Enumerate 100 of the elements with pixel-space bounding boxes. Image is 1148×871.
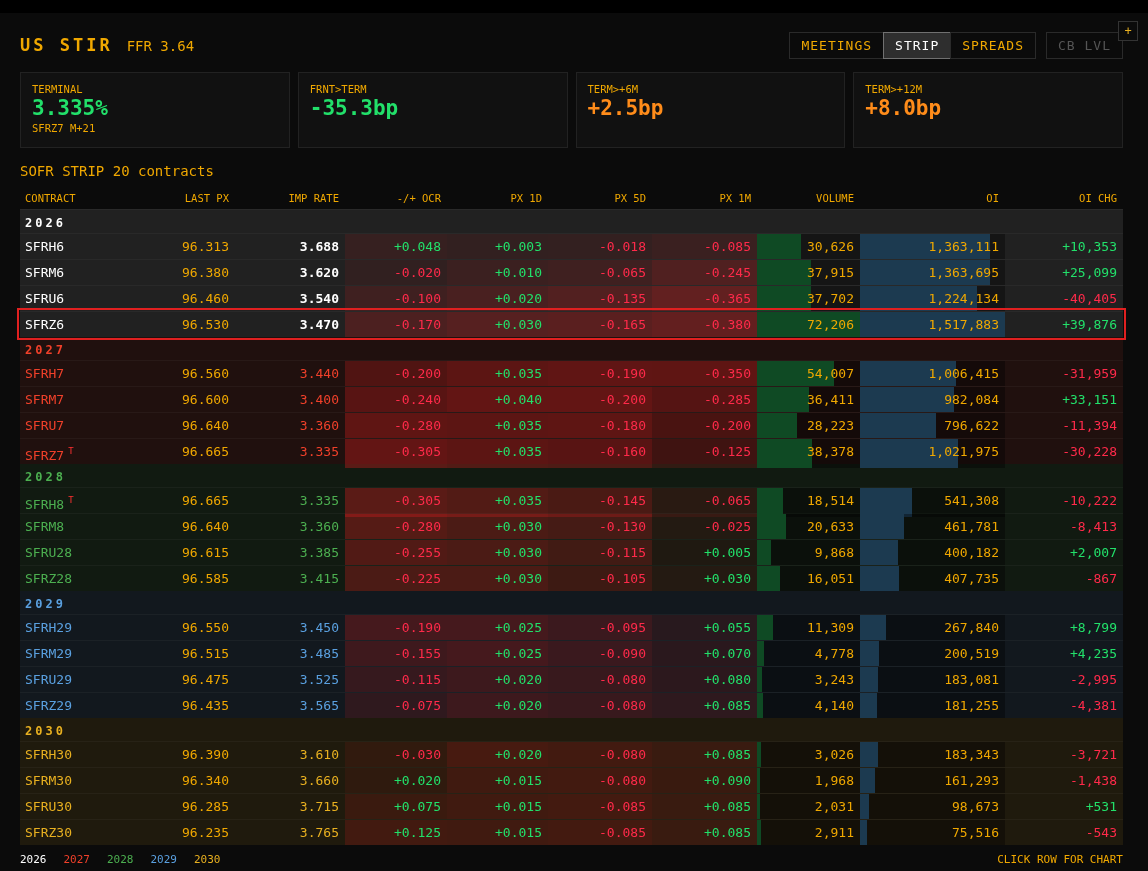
- table-row[interactable]: SFRU28 96.615 3.385 -0.255 +0.030 -0.115 +0.005 9,868 400,182 +2,007: [20, 539, 1123, 565]
- view-tab[interactable]: SPREADS: [950, 31, 1037, 59]
- stat-value: -35.3bp: [309, 96, 400, 120]
- table-cell: 16,051: [807, 571, 854, 586]
- table-cell: -0.305: [345, 439, 447, 468]
- table-cell: -0.085: [548, 794, 652, 819]
- table-row[interactable]: SFRH7 96.560 3.440 -0.200 +0.035 -0.190 -0.350 54,007 1,006,415 -31,959: [20, 360, 1123, 386]
- table-row[interactable]: SFRU6 96.460 3.540 -0.100 +0.020 -0.135 -0.365 37,702 1,224,134 -40,405: [20, 285, 1123, 311]
- table-cell: -40,405: [1062, 291, 1117, 306]
- table-cell: -0.105: [548, 566, 652, 591]
- table-cell: -31,959: [1062, 366, 1117, 381]
- table-cell: 161,293: [944, 773, 999, 788]
- table-cell: -0.085: [652, 234, 757, 259]
- table-cell: 1,021,975: [928, 444, 999, 459]
- add-button[interactable]: +: [1118, 21, 1138, 41]
- table-cell: -0.080: [548, 768, 652, 793]
- stat-label: TERM>+12M: [865, 83, 924, 95]
- table-row[interactable]: SFRH6 96.313 3.688 +0.048 +0.003 -0.018 -0.085 30,626 1,363,111 +10,353: [20, 233, 1123, 259]
- table-cell: -3,721: [1070, 747, 1117, 762]
- contract-name: SFRZ28: [25, 571, 72, 586]
- stat-label: TERM>+6M: [587, 83, 640, 95]
- table-cell: +0.015: [447, 794, 548, 819]
- table-cell: +0.030: [447, 566, 548, 591]
- table-row[interactable]: SFRZ30 96.235 3.765 +0.125 +0.015 -0.085 +0.085 2,911 75,516 -543: [20, 819, 1123, 845]
- table-cell: +33,151: [1062, 392, 1117, 407]
- table-cell: 72,206: [807, 317, 854, 332]
- table-cell: -11,394: [1062, 418, 1117, 433]
- table-cell: 3.385: [299, 545, 339, 560]
- table-cell: -0.285: [652, 387, 757, 412]
- table-cell: 400,182: [944, 545, 999, 560]
- stat-label: FRNT>TERM: [309, 83, 368, 95]
- table-cell: 38,378: [807, 444, 854, 459]
- view-tab[interactable]: MEETINGS: [789, 31, 885, 59]
- table-row[interactable]: SFRU30 96.285 3.715 +0.075 +0.015 -0.085 +0.085 2,031 98,673 +531: [20, 793, 1123, 819]
- table-cell: 183,081: [944, 672, 999, 687]
- table-cell: +0.080: [652, 667, 757, 692]
- table-cell: -0.090: [548, 641, 652, 666]
- table-row[interactable]: SFRH29 96.550 3.450 -0.190 +0.025 -0.095 +0.055 11,309 267,840 +8,799: [20, 614, 1123, 640]
- table-row[interactable]: SFRH30 96.390 3.610 -0.030 +0.020 -0.080 +0.085 3,026 183,343 -3,721: [20, 741, 1123, 767]
- table-cell: -0.305: [345, 488, 447, 517]
- table-cell: 96.600: [182, 392, 229, 407]
- terminal-marker: T: [68, 495, 74, 505]
- column-header: -/+ OCR: [395, 192, 442, 204]
- table-cell: -0.255: [345, 540, 447, 565]
- table-cell: 2,911: [814, 825, 854, 840]
- contract-name: SFRU6: [25, 291, 65, 306]
- table-row[interactable]: SFRZ6 96.530 3.470 -0.170 +0.030 -0.165 -0.380 72,206 1,517,883 +39,876: [20, 311, 1123, 337]
- table-cell: -0.080: [548, 693, 652, 718]
- table-cell: 3.360: [299, 418, 339, 433]
- table-cell: 96.390: [182, 747, 229, 762]
- table-cell: -0.180: [548, 413, 652, 438]
- column-header: OI CHG: [1078, 192, 1118, 204]
- table-cell: +0.035: [447, 361, 548, 386]
- table-row[interactable]: SFRM30 96.340 3.660 +0.020 +0.015 -0.080 +0.090 1,968 161,293 -1,438: [20, 767, 1123, 793]
- table-cell: 3.688: [299, 239, 339, 254]
- table-cell: 541,308: [944, 493, 999, 508]
- table-cell: -0.020: [345, 260, 447, 285]
- table-cell: +0.015: [447, 768, 548, 793]
- table-row[interactable]: SFRU7 96.640 3.360 -0.280 +0.035 -0.180 -0.200 28,223 796,622 -11,394: [20, 412, 1123, 438]
- table-cell: +0.015: [447, 820, 548, 845]
- table-cell: +0.025: [447, 615, 548, 640]
- table-cell: 96.560: [182, 366, 229, 381]
- table-cell: +531: [1085, 799, 1117, 814]
- table-title: SOFR STRIP 20 contracts: [20, 163, 215, 179]
- table-cell: +10,353: [1062, 239, 1117, 254]
- table-row[interactable]: SFRZ28 96.585 3.415 -0.225 +0.030 -0.105 +0.030 16,051 407,735 -867: [20, 565, 1123, 591]
- table-cell: 3.360: [299, 519, 339, 534]
- table-row[interactable]: SFRU29 96.475 3.525 -0.115 +0.020 -0.080 +0.080 3,243 183,081 -2,995: [20, 666, 1123, 692]
- table-cell: -0.130: [548, 514, 652, 539]
- table-cell: -0.350: [652, 361, 757, 386]
- table-row[interactable]: SFRM6 96.380 3.620 -0.020 +0.010 -0.065 -0.245 37,915 1,363,695 +25,099: [20, 259, 1123, 285]
- table-row[interactable]: SFRM8 96.640 3.360 -0.280 +0.030 -0.130 -0.025 20,633 461,781 -8,413: [20, 513, 1123, 539]
- table-cell: 796,622: [944, 418, 999, 433]
- table-cell: -0.025: [652, 514, 757, 539]
- table-cell: 98,673: [952, 799, 999, 814]
- contract-name: SFRH8: [25, 497, 65, 512]
- table-row[interactable]: SFRZ29 96.435 3.565 -0.075 +0.020 -0.080 +0.085 4,140 181,255 -4,381: [20, 692, 1123, 718]
- table-cell: 982,084: [944, 392, 999, 407]
- contract-name: SFRZ7: [25, 448, 65, 463]
- table-cell: +0.020: [447, 742, 548, 767]
- table-cell: +0.070: [652, 641, 757, 666]
- table-cell: 3.765: [299, 825, 339, 840]
- table-cell: +0.090: [652, 768, 757, 793]
- table-cell: 3.335: [299, 493, 339, 508]
- page-title: US STIR: [20, 35, 113, 55]
- table-cell: +25,099: [1062, 265, 1117, 280]
- contract-name: SFRU28: [25, 545, 72, 560]
- view-tab[interactable]: STRIP: [883, 31, 952, 59]
- table-cell: 2,031: [814, 799, 854, 814]
- table-cell: -0.170: [345, 312, 447, 337]
- contract-name: SFRH30: [25, 747, 72, 762]
- contract-name: SFRM6: [25, 265, 65, 280]
- table-cell: -0.200: [652, 413, 757, 438]
- table-cell: 96.550: [182, 620, 229, 635]
- table-cell: -543: [1085, 825, 1117, 840]
- table-cell: -0.190: [548, 361, 652, 386]
- table-row[interactable]: SFRM7 96.600 3.400 -0.240 +0.040 -0.200 -0.285 36,411 982,084 +33,151: [20, 386, 1123, 412]
- table-cell: +0.085: [652, 693, 757, 718]
- table-row[interactable]: SFRM29 96.515 3.485 -0.155 +0.025 -0.090 +0.070 4,778 200,519 +4,235: [20, 640, 1123, 666]
- table-cell: -0.280: [345, 514, 447, 539]
